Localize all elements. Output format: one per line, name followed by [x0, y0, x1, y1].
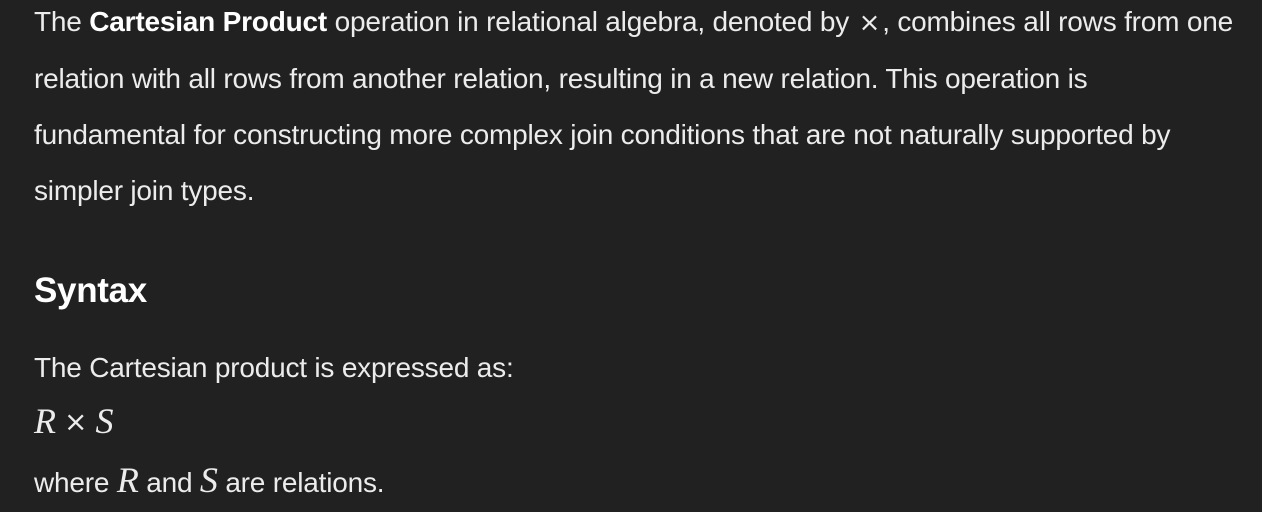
intro-text-after: operation in relational algebra, denoted… [327, 6, 857, 37]
syntax-description: The Cartesian product is expressed as: [34, 352, 514, 383]
where-line: where R and S are relations. [34, 452, 385, 511]
syntax-heading: Syntax [34, 271, 147, 310]
intro-paragraph: The Cartesian Product operation in relat… [34, 0, 1244, 219]
where-var-r: R [116, 460, 139, 500]
where-middle: and [138, 467, 200, 498]
times-symbol: × [858, 8, 881, 38]
formula-var-r: R [34, 401, 56, 441]
formula-var-s: S [95, 401, 114, 441]
where-prefix: where [34, 467, 117, 498]
cartesian-product-term: Cartesian Product [89, 6, 328, 37]
formula: R × S [34, 396, 113, 449]
where-suffix: are relations. [217, 467, 385, 498]
where-var-s: S [199, 460, 218, 500]
intro-text-before: The [34, 6, 90, 37]
formula-times-operator: × [64, 405, 88, 438]
